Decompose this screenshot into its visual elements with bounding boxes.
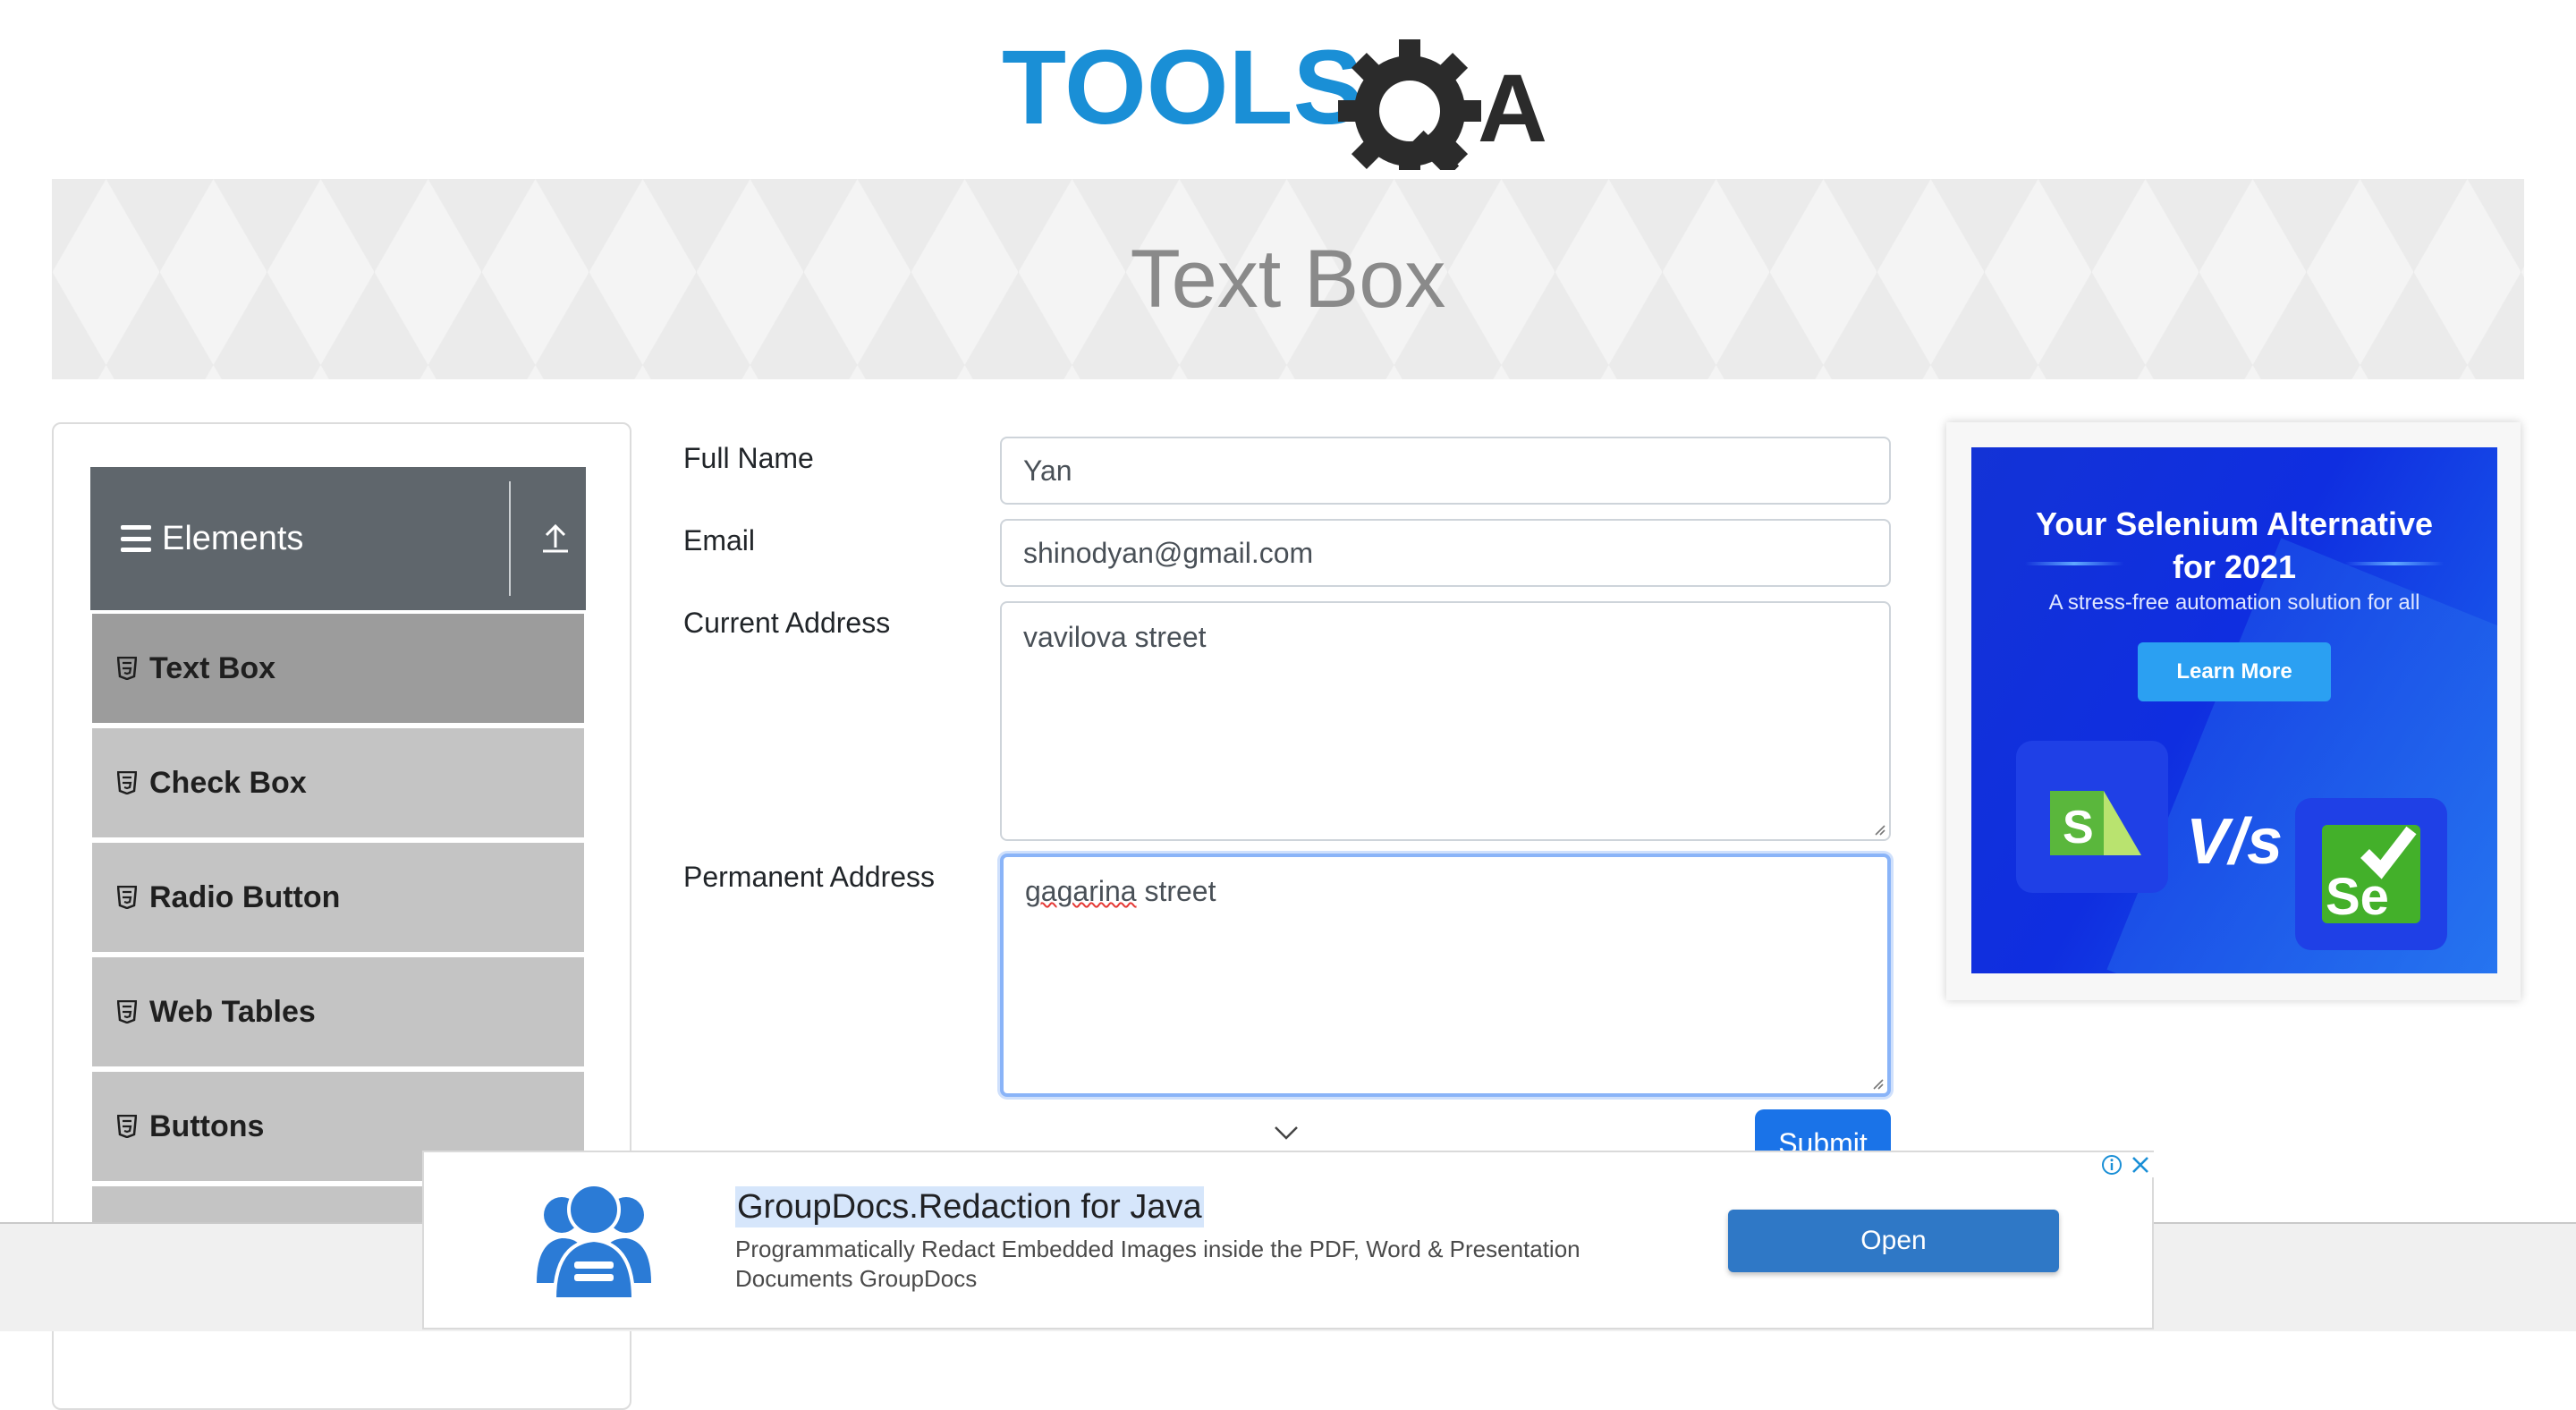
- full-name-value: Yan: [1023, 454, 1072, 487]
- page-banner: Text Box: [52, 179, 2524, 379]
- html5-icon: [117, 771, 137, 794]
- info-icon[interactable]: [2098, 1152, 2125, 1177]
- groupdocs-bottom-ad[interactable]: GroupDocs.Redaction for Java Programmati…: [422, 1151, 2154, 1329]
- logo-text-a: A: [1478, 54, 1547, 162]
- current-address-label: Current Address: [683, 607, 891, 639]
- sidebar-item-label: Check Box: [149, 765, 307, 800]
- ad-title-line-2: for 2021: [2172, 548, 2297, 585]
- ad-decor-line-right: [2345, 562, 2444, 565]
- html5-icon: [117, 1115, 137, 1138]
- logo-text-tools: TOOLS: [1002, 29, 1363, 147]
- ad-title: Your Selenium Alternative for 2021: [1971, 503, 2497, 589]
- learn-more-button[interactable]: Learn More: [2138, 642, 2331, 701]
- close-icon[interactable]: [2127, 1152, 2154, 1177]
- sidebar-item-radio-button[interactable]: Radio Button: [92, 843, 584, 952]
- header-divider: [509, 481, 511, 596]
- selenium-alternative-ad[interactable]: Your Selenium Alternative for 2021 A str…: [1971, 447, 2497, 973]
- html5-icon: [117, 886, 137, 909]
- sidebar-group-elements[interactable]: Elements: [90, 467, 586, 610]
- resize-handle-icon[interactable]: [1871, 821, 1885, 836]
- sidebar-group-title: Elements: [162, 519, 304, 557]
- permanent-address-textarea[interactable]: gagarina street: [1000, 854, 1891, 1097]
- full-name-input[interactable]: Yan: [1000, 437, 1891, 505]
- current-address-textarea[interactable]: vavilova street: [1000, 601, 1891, 841]
- svg-text:S: S: [2063, 802, 2094, 854]
- toolsqa-logo[interactable]: TOOLS A: [1002, 27, 1583, 183]
- permanent-address-value: gagarina street: [1025, 875, 1216, 908]
- selenium-logo-icon: Se: [2295, 798, 2447, 950]
- ad-decor-line-left: [2025, 562, 2123, 565]
- page-title: Text Box: [1130, 233, 1446, 325]
- html5-icon: [117, 657, 137, 680]
- sidebar-item-check-box[interactable]: Check Box: [92, 728, 584, 837]
- full-name-label: Full Name: [683, 442, 814, 474]
- sidebar-item-label: Web Tables: [149, 994, 316, 1029]
- email-input[interactable]: shinodyan@gmail.com: [1000, 519, 1891, 587]
- permanent-address-rest: street: [1136, 875, 1216, 907]
- chevron-down-icon[interactable]: [1274, 1124, 1299, 1142]
- misspelled-word: gagarina: [1025, 875, 1137, 907]
- current-address-value: vavilova street: [1023, 621, 1207, 653]
- sidebar-item-label: Radio Button: [149, 879, 341, 914]
- sidebar-item-web-tables[interactable]: Web Tables: [92, 957, 584, 1066]
- email-label: Email: [683, 524, 756, 556]
- selenium-se-text: Se: [2326, 868, 2389, 926]
- sidebar-item-label: Buttons: [149, 1108, 265, 1143]
- open-button[interactable]: Open: [1728, 1210, 2059, 1272]
- bottom-ad-description: Programmatically Redact Embedded Images …: [735, 1236, 1580, 1292]
- email-value: shinodyan@gmail.com: [1023, 536, 1314, 569]
- katalon-logo-icon: S: [2016, 741, 2168, 893]
- versus-label: V/s: [2186, 806, 2284, 878]
- permanent-address-label: Permanent Address: [683, 861, 936, 893]
- sidebar-item-text-box[interactable]: Text Box: [92, 614, 584, 723]
- hamburger-icon: [121, 525, 151, 552]
- resize-handle-icon[interactable]: [1869, 1075, 1884, 1090]
- html5-icon: [117, 1000, 137, 1024]
- collapse-up-icon[interactable]: [538, 521, 573, 556]
- ad-subtitle: A stress-free automation solution for al…: [2048, 590, 2420, 615]
- ad-title-line-1: Your Selenium Alternative: [2035, 505, 2434, 542]
- bottom-ad-title[interactable]: GroupDocs.Redaction for Java: [735, 1186, 1204, 1227]
- sidebar-item-label: Text Box: [149, 650, 276, 685]
- groupdocs-users-icon: [537, 1183, 651, 1301]
